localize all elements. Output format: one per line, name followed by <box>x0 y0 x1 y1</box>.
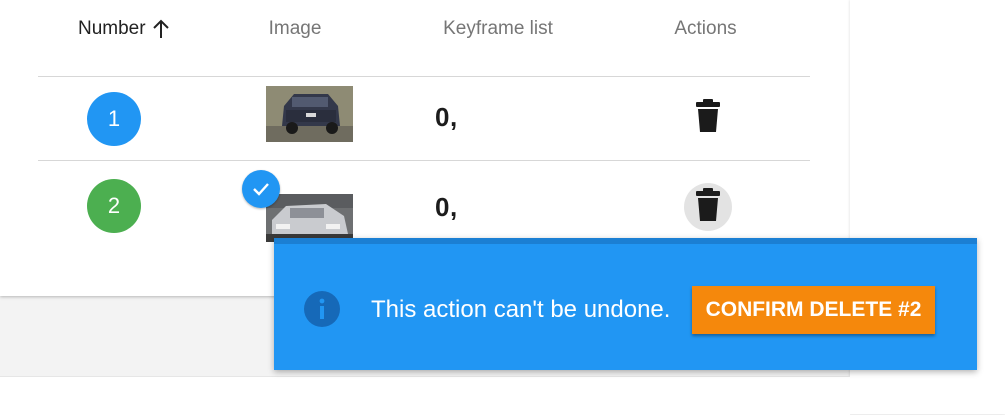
keyframe-list-value: 0, <box>435 102 458 132</box>
column-header-image: Image <box>268 18 322 39</box>
trash-icon <box>695 98 721 138</box>
track-number: 2 <box>107 193 121 218</box>
delete-track-button[interactable] <box>684 183 732 231</box>
snackbar-message: This action can't be undone. <box>371 296 671 323</box>
header-divider <box>38 76 810 77</box>
confirm-delete-button[interactable]: CONFIRM DELETE #2 <box>692 286 935 334</box>
arrow-up-icon <box>152 19 170 39</box>
column-header-keyframe-list: Keyframe list <box>443 18 553 39</box>
track-number-badge: 2 <box>87 179 141 233</box>
track-thumbnail-image <box>266 194 353 242</box>
column-header-actions: Actions <box>674 18 737 39</box>
track-number: 1 <box>107 106 121 131</box>
keyframe-list-value: 0, <box>435 192 458 222</box>
track-number-badge: 1 <box>87 92 141 146</box>
confirm-delete-snackbar: This action can't be undone. CONFIRM DEL… <box>274 238 977 370</box>
row-divider <box>38 160 810 161</box>
track-thumbnail-image <box>266 86 353 142</box>
column-header-number-label: Number <box>78 18 146 39</box>
column-header-number[interactable]: Number <box>78 16 188 42</box>
bottom-panel <box>0 376 850 415</box>
info-icon <box>304 291 340 327</box>
trash-icon <box>695 187 721 227</box>
delete-track-button[interactable] <box>684 94 732 142</box>
selected-checkmark-icon[interactable] <box>242 170 280 208</box>
